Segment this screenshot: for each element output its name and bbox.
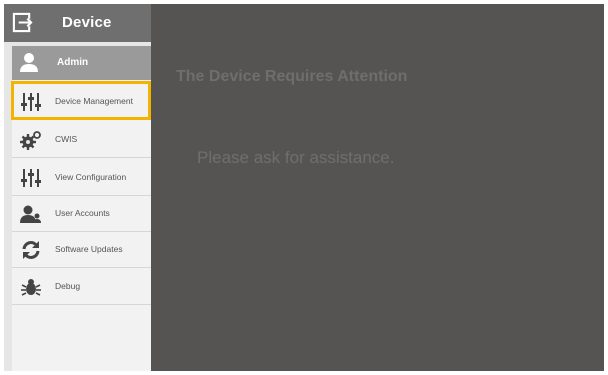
sidebar-item-label: View Configuration: [55, 172, 127, 182]
user-profile[interactable]: Admin: [12, 46, 151, 80]
sidebar-header: Device: [4, 4, 151, 42]
sidebar-title: Device: [62, 14, 112, 31]
sidebar-item-device-management[interactable]: Device Management: [12, 84, 151, 120]
attention-heading: The Device Requires Attention: [176, 68, 408, 85]
sidebar-item-software-updates[interactable]: Software Updates: [12, 232, 151, 268]
gears-icon: [20, 131, 41, 150]
sidebar-item-label: Device Management: [55, 96, 133, 106]
assistance-message: Please ask for assistance.: [197, 148, 395, 167]
device-screen: Device Admin Device Management CWIS View…: [4, 4, 604, 371]
sidebar-item-label: User Accounts: [55, 208, 110, 218]
sidebar-item-label: Software Updates: [55, 244, 123, 254]
refresh-icon: [22, 241, 40, 259]
sidebar-item-debug[interactable]: Debug: [12, 269, 151, 305]
sidebar-item-cwis[interactable]: CWIS: [12, 122, 151, 158]
sidebar: Device Admin Device Management CWIS View…: [4, 4, 151, 371]
sidebar-item-view-configuration[interactable]: View Configuration: [12, 160, 151, 196]
sidebar-item-label: Debug: [55, 281, 81, 291]
sidebar-item-label: CWIS: [55, 134, 78, 144]
sliders-icon: [21, 169, 41, 187]
bug-icon: [21, 279, 41, 296]
users-icon: [20, 205, 41, 223]
user-name: Admin: [57, 57, 89, 68]
sliders-icon: [21, 93, 41, 111]
avatar-icon: [20, 53, 38, 72]
main-panel: The Device Requires Attention Please ask…: [151, 4, 604, 371]
exit-icon[interactable]: [12, 12, 33, 33]
sidebar-item-user-accounts[interactable]: User Accounts: [12, 196, 151, 232]
